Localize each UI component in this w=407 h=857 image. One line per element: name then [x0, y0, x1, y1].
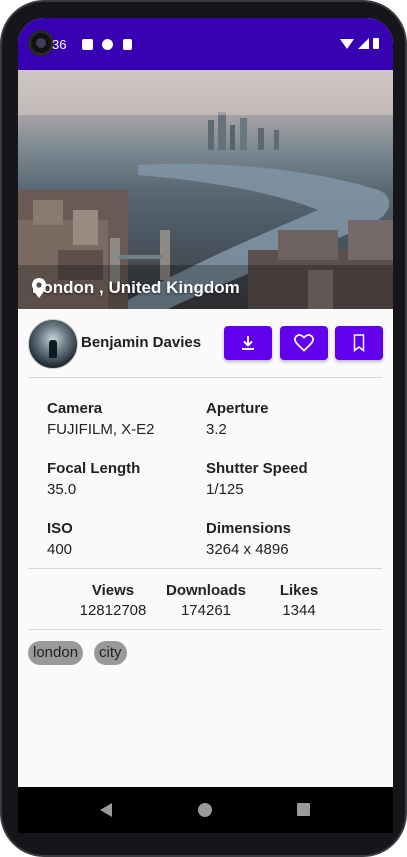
- stat-label-views: Views: [91, 582, 135, 599]
- divider-top: [28, 377, 382, 378]
- spec-value-shutter-speed: 1/125: [206, 481, 244, 498]
- divider-bottom: [28, 629, 382, 630]
- spec-label-aperture: Aperture: [206, 400, 269, 417]
- spec-value-camera: FUJIFILM, X-E2: [47, 421, 155, 438]
- photo-image[interactable]: London , United Kingdom: [18, 70, 393, 309]
- recents-icon[interactable]: [297, 803, 310, 816]
- avatar[interactable]: [28, 319, 78, 369]
- stat-value-views: 12812708: [79, 602, 147, 619]
- stat-value-likes: 1344: [282, 602, 316, 619]
- spec-label-camera: Camera: [47, 400, 103, 417]
- divider-middle: [28, 568, 382, 569]
- spec-value-dimensions: 3264 x 4896: [206, 541, 289, 558]
- stat-label-likes: Likes: [279, 582, 319, 599]
- notification-a-icon: [82, 39, 93, 50]
- stat-value-downloads: 174261: [180, 602, 232, 619]
- notification-sync-icon: [102, 39, 113, 50]
- spec-label-focal-length: Focal Length: [47, 460, 141, 477]
- sd-card-icon: [123, 39, 132, 50]
- city-illustration: [18, 70, 393, 309]
- avatar-figure: [49, 340, 57, 358]
- bookmark-button[interactable]: [335, 326, 383, 360]
- status-bar: 36: [18, 18, 393, 70]
- signal-icon: [358, 38, 369, 49]
- heart-icon: [294, 334, 314, 352]
- spec-value-iso: 400: [47, 541, 73, 558]
- system-icons: [340, 38, 379, 49]
- navigation-bar: [18, 787, 393, 833]
- status-time: 36: [52, 37, 67, 52]
- location-pin-icon: [32, 278, 46, 298]
- bookmark-icon: [353, 334, 365, 352]
- location-text: London , United Kingdom: [32, 278, 240, 297]
- back-icon[interactable]: [100, 803, 112, 817]
- spec-label-dimensions: Dimensions: [206, 520, 292, 537]
- tag-chip-city[interactable]: city: [94, 641, 127, 665]
- home-icon[interactable]: [198, 803, 212, 817]
- author-name[interactable]: Benjamin Davies: [81, 334, 201, 351]
- spec-value-aperture: 3.2: [206, 421, 227, 438]
- app-screen: 36 London , United Kingdom Benjamin Davi…: [18, 18, 393, 828]
- front-camera: [28, 30, 54, 56]
- spec-label-shutter-speed: Shutter Speed: [206, 460, 308, 477]
- like-button[interactable]: [280, 326, 328, 360]
- wifi-icon: [340, 38, 354, 49]
- author-row: Benjamin Davies: [28, 317, 383, 369]
- spec-label-iso: ISO: [47, 520, 73, 537]
- stat-label-downloads: Downloads: [165, 582, 246, 599]
- battery-icon: [373, 38, 379, 49]
- download-icon: [242, 336, 254, 350]
- download-button[interactable]: [224, 326, 272, 360]
- spec-value-focal-length: 35.0: [47, 481, 77, 498]
- tag-chip-london[interactable]: london: [28, 641, 84, 665]
- location-label: London , United Kingdom: [32, 278, 240, 298]
